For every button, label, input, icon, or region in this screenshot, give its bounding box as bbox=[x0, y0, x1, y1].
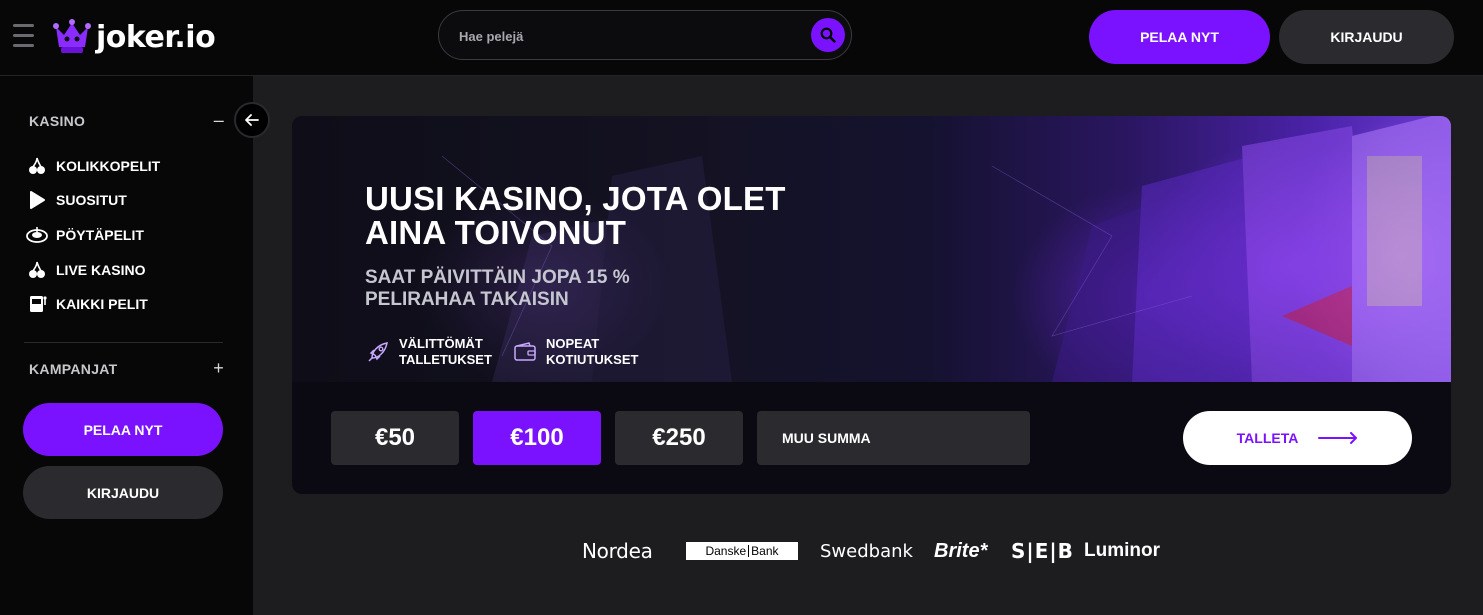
logo-text: joker.io bbox=[96, 19, 216, 55]
amount-option-250[interactable]: €250 bbox=[615, 411, 743, 465]
amount-option-50[interactable]: €50 bbox=[331, 411, 459, 465]
top-header: joker.io PELAA NYT KIRJAUDU bbox=[0, 0, 1483, 76]
search-input[interactable] bbox=[459, 23, 789, 49]
rocket-icon bbox=[368, 342, 388, 362]
deposit-label: TALLETA bbox=[1236, 430, 1299, 446]
casino-heading: KASINO bbox=[29, 112, 86, 129]
feature-label: NOPEAT KOTIUTUKSET bbox=[546, 336, 639, 367]
cherries-icon bbox=[26, 155, 48, 177]
hero-image: UUSI KASINO, JOTA OLET AINA TOIVONUT SAA… bbox=[292, 116, 1451, 382]
sidebar-play-button[interactable]: PELAA NYT bbox=[23, 403, 223, 456]
sidebar-divider bbox=[24, 342, 223, 343]
danske-right: Bank bbox=[751, 544, 779, 558]
cherries-icon bbox=[26, 259, 48, 281]
danske-left: Danske bbox=[705, 544, 747, 558]
brite-logo: Brite* bbox=[934, 539, 988, 562]
sidebar-item-table-games[interactable]: PÖYTÄPELIT bbox=[26, 223, 144, 247]
amount-option-100[interactable]: €100 bbox=[473, 411, 601, 465]
sidebar-item-label: PÖYTÄPELIT bbox=[56, 227, 144, 243]
danske-bank-logo: Danske Bank bbox=[686, 542, 798, 560]
sidebar-item-all-games[interactable]: KAIKKI PELIT bbox=[26, 292, 148, 316]
slot-machine-icon bbox=[26, 293, 48, 315]
expand-section-icon[interactable]: + bbox=[213, 358, 224, 379]
header-login-button[interactable]: KIRJAUDU bbox=[1279, 10, 1454, 64]
casino-section-header[interactable]: KASINO – bbox=[29, 110, 224, 131]
seb-logo: S|E|B bbox=[1011, 539, 1074, 563]
deposit-button[interactable]: TALLETA bbox=[1183, 411, 1412, 465]
sidebar: KASINO – KOLIKKOPELIT SUOSITUT PÖYTÄPELI… bbox=[0, 76, 270, 615]
nordea-logo: Nordea bbox=[582, 539, 653, 563]
campaigns-section-header[interactable]: KAMPANJAT + bbox=[29, 358, 224, 379]
sidebar-item-live-casino[interactable]: LIVE KASINO bbox=[26, 258, 145, 282]
search-bar bbox=[438, 10, 852, 60]
banner-subtitle: SAAT PÄIVITTÄIN JOPA 15 % PELIRAHAA TAKA… bbox=[365, 267, 630, 310]
play-icon bbox=[26, 189, 48, 211]
sidebar-login-button[interactable]: KIRJAUDU bbox=[23, 466, 223, 519]
sidebar-item-label: SUOSITUT bbox=[56, 192, 127, 208]
sidebar-item-slots[interactable]: KOLIKKOPELIT bbox=[26, 154, 160, 178]
custom-amount-input[interactable] bbox=[757, 411, 1030, 465]
banner-title: UUSI KASINO, JOTA OLET AINA TOIVONUT bbox=[365, 180, 786, 251]
feature-label: VÄLITTÖMÄT TALLETUKSET bbox=[399, 336, 492, 367]
collapse-sidebar-button[interactable] bbox=[234, 102, 270, 138]
deposit-banner: UUSI KASINO, JOTA OLET AINA TOIVONUT SAA… bbox=[292, 116, 1451, 494]
logo[interactable]: joker.io bbox=[52, 16, 216, 58]
luminor-logo: Luminor bbox=[1084, 540, 1160, 561]
sidebar-item-label: KAIKKI PELIT bbox=[56, 296, 148, 312]
arrow-left-icon bbox=[245, 114, 259, 126]
sidebar-item-label: LIVE KASINO bbox=[56, 262, 146, 278]
swedbank-logo: Swedbank bbox=[820, 540, 913, 562]
sidebar-item-popular[interactable]: SUOSITUT bbox=[26, 188, 127, 212]
search-button[interactable] bbox=[811, 18, 845, 52]
feature-instant-deposits: VÄLITTÖMÄT TALLETUKSET bbox=[365, 336, 509, 368]
search-icon bbox=[820, 27, 836, 43]
arrow-right-icon bbox=[1318, 432, 1358, 444]
campaigns-heading: KAMPANJAT bbox=[29, 360, 118, 377]
roulette-icon bbox=[26, 224, 48, 246]
menu-icon[interactable] bbox=[13, 24, 34, 48]
wallet-icon bbox=[514, 342, 536, 361]
payment-providers: Nordea Danske Bank Swedbank Brite* S|E|B … bbox=[0, 536, 1483, 566]
sidebar-item-label: KOLIKKOPELIT bbox=[56, 158, 161, 174]
collapse-section-icon[interactable]: – bbox=[214, 110, 224, 131]
header-play-button[interactable]: PELAA NYT bbox=[1089, 10, 1270, 64]
joker-crown-icon bbox=[53, 19, 91, 53]
feature-fast-withdrawals: NOPEAT KOTIUTUKSET bbox=[512, 336, 656, 368]
